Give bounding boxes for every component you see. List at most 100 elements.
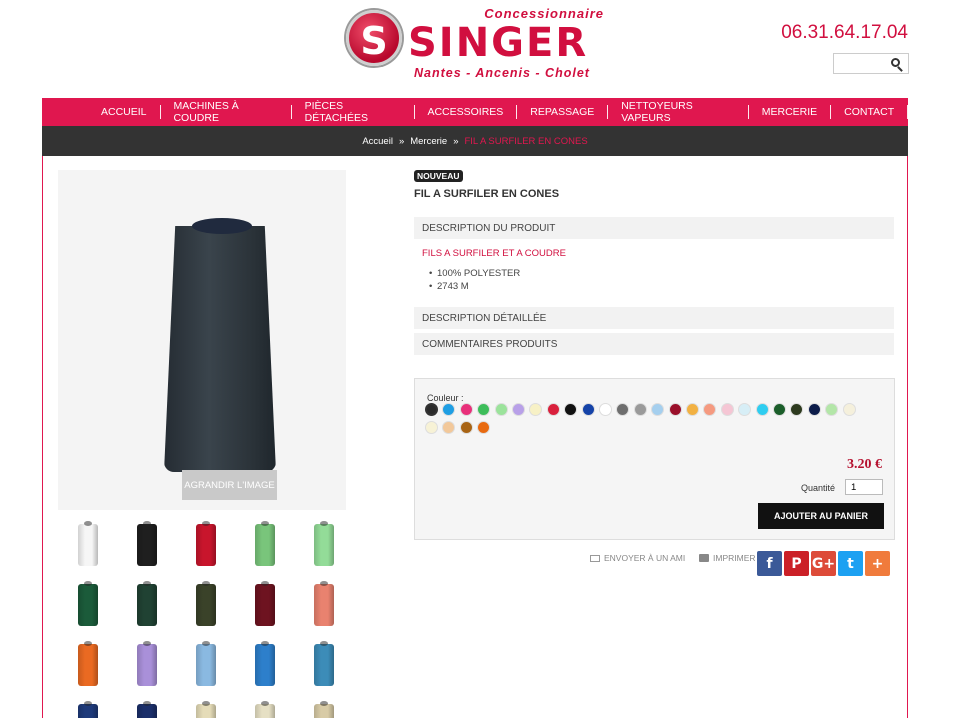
product-thumbnail[interactable] <box>78 581 98 626</box>
twitter-icon[interactable]: t <box>838 551 863 576</box>
product-thumbnail[interactable] <box>137 701 157 718</box>
color-swatch[interactable] <box>459 421 473 434</box>
breadcrumb-home[interactable]: Accueil <box>362 136 393 147</box>
product-thumbnail[interactable] <box>137 641 157 686</box>
color-swatch[interactable] <box>477 403 491 416</box>
color-swatch[interactable] <box>459 403 473 416</box>
color-swatch[interactable] <box>790 403 804 416</box>
product-thumbnail[interactable] <box>78 521 98 566</box>
send-to-friend-link[interactable]: ENVOYER À UN AMI <box>590 553 685 563</box>
dealer-label: Concessionnaire <box>484 6 604 21</box>
nav-separator <box>747 105 749 119</box>
nav-separator <box>830 105 832 119</box>
product-thumbnail[interactable] <box>255 521 275 566</box>
color-swatch[interactable] <box>651 403 665 416</box>
list-item: 100% POLYESTER <box>429 267 520 280</box>
color-swatch[interactable] <box>633 403 647 416</box>
short-description-heading: FILS A SURFILER ET A COUDRE <box>422 248 566 259</box>
add-to-cart-button[interactable]: AJOUTER AU PANIER <box>758 503 884 529</box>
zoom-image-button[interactable]: AGRANDIR L'IMAGE <box>182 470 277 500</box>
product-thumbnail[interactable] <box>314 581 334 626</box>
color-swatch[interactable] <box>668 403 682 416</box>
breadcrumb-current: FIL A SURFILER EN CONES <box>464 135 588 147</box>
product-thumbnail[interactable] <box>314 701 334 718</box>
tab-product-reviews[interactable]: COMMENTAIRES PRODUITS <box>414 333 894 355</box>
nav-item[interactable]: NETTOYEURS VAPEURS <box>608 100 748 124</box>
color-swatch[interactable] <box>442 421 456 434</box>
google-plus-icon[interactable]: G+ <box>811 551 836 576</box>
buy-box: Couleur : 3.20 € Quantité AJOUTER AU PAN… <box>414 378 895 540</box>
nav-item[interactable]: MACHINES À COUDRE <box>160 100 290 124</box>
thread-cone-image <box>164 218 276 472</box>
color-swatch[interactable] <box>425 403 438 416</box>
list-item: 2743 M <box>429 280 520 293</box>
quantity-input[interactable] <box>845 479 883 495</box>
singer-logo[interactable]: Concessionnaire S SINGER Nantes - Anceni… <box>346 4 608 84</box>
new-badge: NOUVEAU <box>414 170 463 182</box>
product-thumbnail[interactable] <box>255 581 275 626</box>
print-link[interactable]: IMPRIMER <box>699 553 756 563</box>
product-thumbnail[interactable] <box>255 701 275 718</box>
tab-detailed-description[interactable]: DESCRIPTION DÉTAILLÉE <box>414 307 894 329</box>
product-image[interactable]: AGRANDIR L'IMAGE <box>58 170 346 510</box>
color-swatch[interactable] <box>529 403 543 416</box>
color-swatch[interactable] <box>738 403 752 416</box>
nav-item[interactable]: ACCUEIL <box>88 106 160 118</box>
color-swatch[interactable] <box>842 403 856 416</box>
share-icon[interactable]: + <box>865 551 890 576</box>
product-price: 3.20 € <box>847 457 882 472</box>
color-swatch[interactable] <box>703 403 717 416</box>
color-swatch[interactable] <box>825 403 839 416</box>
nav-item[interactable]: CONTACT <box>831 106 907 118</box>
color-swatch[interactable] <box>616 403 630 416</box>
dealer-cities: Nantes - Ancenis - Cholet <box>414 66 590 80</box>
search-box <box>833 53 909 74</box>
breadcrumb-category[interactable]: Mercerie <box>410 136 447 147</box>
tab-product-description[interactable]: DESCRIPTION DU PRODUIT <box>414 217 894 239</box>
product-thumbnail[interactable] <box>137 581 157 626</box>
product-thumbnail[interactable] <box>78 641 98 686</box>
color-swatch[interactable] <box>546 403 560 416</box>
facebook-icon[interactable]: f <box>757 551 782 576</box>
nav-item[interactable]: MERCERIE <box>749 106 830 118</box>
color-swatch[interactable] <box>599 403 612 416</box>
color-swatch[interactable] <box>581 403 595 416</box>
color-swatch[interactable] <box>477 421 491 434</box>
color-swatch[interactable] <box>686 403 699 416</box>
product-thumbnail[interactable] <box>196 521 216 566</box>
breadcrumb-separator: » <box>398 135 405 147</box>
color-swatch[interactable] <box>494 403 508 416</box>
color-swatch[interactable] <box>720 403 734 416</box>
product-thumbnail[interactable] <box>196 581 216 626</box>
product-thumbnail[interactable] <box>196 641 216 686</box>
singer-emblem: S <box>346 10 402 66</box>
nav-item[interactable]: ACCESSOIRES <box>414 106 516 118</box>
print-icon <box>699 554 709 562</box>
product-thumbnail[interactable] <box>137 521 157 566</box>
color-swatch[interactable] <box>564 403 578 416</box>
nav-separator <box>413 105 415 119</box>
brand-name: SINGER <box>408 20 589 66</box>
nav-item[interactable]: REPASSAGE <box>517 106 607 118</box>
color-swatch[interactable] <box>425 421 438 434</box>
color-swatch[interactable] <box>773 403 786 416</box>
nav-separator <box>290 105 292 119</box>
color-swatch[interactable] <box>512 403 525 416</box>
pinterest-icon[interactable]: P <box>784 551 809 576</box>
nav-separator <box>516 105 518 119</box>
phone-number[interactable]: 06.31.64.17.04 <box>781 22 908 44</box>
color-swatch[interactable] <box>442 403 456 416</box>
product-thumbnail[interactable] <box>314 521 334 566</box>
product-thumbnail[interactable] <box>255 641 275 686</box>
nav-separator <box>907 105 909 119</box>
nav-separator <box>607 105 609 119</box>
nav-item[interactable]: PIÈCES DÉTACHÉES <box>292 100 414 124</box>
product-thumbnail[interactable] <box>196 701 216 718</box>
search-icon[interactable] <box>891 58 900 67</box>
mail-icon <box>590 554 600 562</box>
product-thumbnail[interactable] <box>78 701 98 718</box>
product-thumbnail[interactable] <box>314 641 334 686</box>
color-swatch[interactable] <box>807 403 821 416</box>
color-swatch[interactable] <box>755 403 769 416</box>
search-input[interactable] <box>834 54 886 74</box>
